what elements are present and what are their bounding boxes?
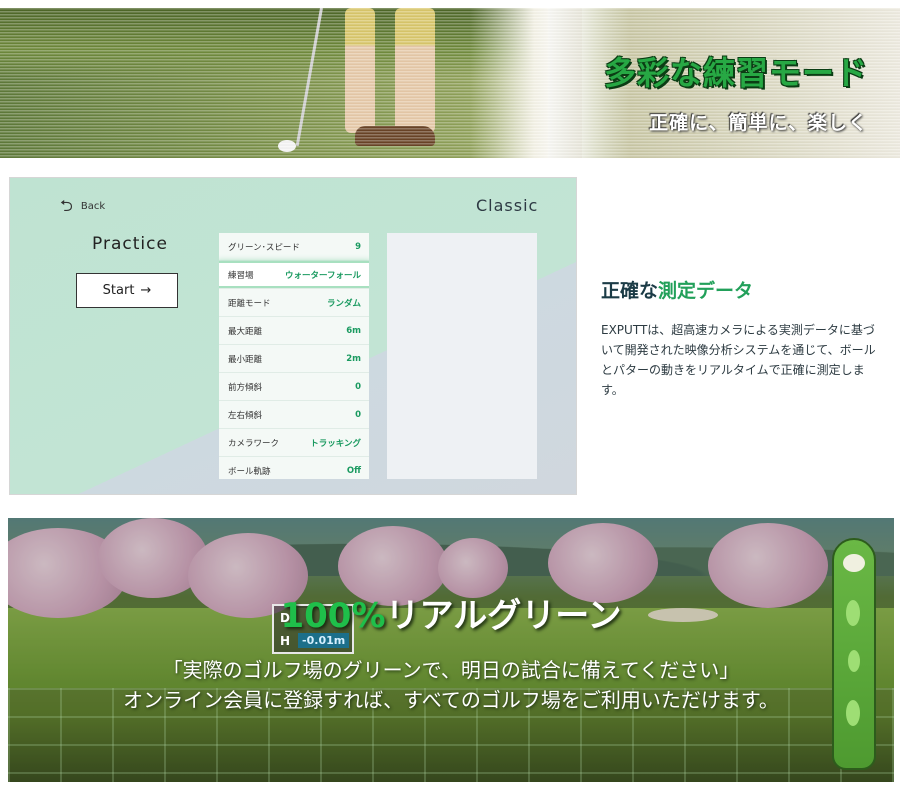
setting-label: 最大距離 — [228, 326, 263, 337]
setting-value: ウォーターフォール — [285, 270, 361, 281]
setting-row-min-distance[interactable]: 最小距離 2m — [219, 345, 369, 373]
start-button[interactable]: Start → — [76, 273, 178, 308]
setting-value: 6m — [346, 325, 361, 336]
setting-value: 2m — [346, 353, 361, 364]
preview-panel — [387, 233, 537, 479]
back-label: Back — [80, 200, 106, 212]
setting-label: 左右傾斜 — [228, 410, 263, 421]
setting-value: 0 — [355, 409, 361, 420]
setting-row-practice-range[interactable]: 練習場 ウォーターフォール — [219, 261, 369, 289]
setting-row-forward-slope[interactable]: 前方傾斜 0 — [219, 373, 369, 401]
setting-label: カメラワーク — [228, 438, 280, 449]
back-arrow-icon: ⮌ — [60, 196, 73, 215]
setting-row-green-speed[interactable]: グリーン･スピード 9 — [219, 233, 369, 261]
setting-row-side-slope[interactable]: 左右傾斜 0 — [219, 401, 369, 429]
arrow-right-icon: → — [140, 283, 152, 298]
setting-value: 9 — [355, 241, 361, 252]
hero-banner: 多彩な練習モード 正確に、簡単に、楽しく — [0, 8, 900, 158]
shade-overlay — [8, 518, 894, 782]
back-button[interactable]: ⮌ Back — [60, 198, 105, 214]
classic-label: Classic — [476, 196, 539, 215]
measure-title-plain: 正確な — [601, 280, 659, 302]
hole-map-green — [843, 554, 865, 572]
setting-row-camera-work[interactable]: カメラワーク トラッキング — [219, 429, 369, 457]
setting-label: 前方傾斜 — [228, 382, 263, 393]
setting-value: ランダム — [326, 298, 361, 309]
measure-title: 正確な測定データ — [601, 276, 753, 303]
banner-title-accent: 100% — [280, 596, 386, 636]
banner-title-rest: リアルグリーン — [385, 596, 622, 636]
setting-label: 最小距離 — [228, 354, 263, 365]
hero-title: 多彩な練習モード — [603, 54, 868, 92]
setting-value: Off — [346, 465, 361, 476]
setting-label: ボール軌跡 — [228, 466, 271, 477]
real-green-banner: D H -0.01m 100%リアルグリーン 「実際のゴルフ場のグリーンで、明日… — [8, 518, 894, 782]
mode-title: Practice — [92, 234, 168, 254]
setting-row-ball-trail[interactable]: ボール軌跡 Off — [219, 457, 369, 479]
setting-label: 練習場 — [228, 270, 254, 281]
practice-mode-screen: ⮌ Back Practice Classic Start → グリーン･スピー… — [9, 177, 577, 495]
measure-title-accent: 測定データ — [658, 280, 754, 302]
start-label: Start — [102, 283, 135, 298]
banner-title: 100%リアルグリーン — [8, 588, 894, 637]
setting-label: 距離モード — [228, 298, 271, 309]
setting-row-max-distance[interactable]: 最大距離 6m — [219, 317, 369, 345]
hero-subtitle: 正確に、簡単に、楽しく — [649, 112, 868, 134]
measure-description: EXPUTTは、超高速カメラによる実測データに基づいて開発された映像分析システム… — [601, 323, 876, 397]
settings-list: グリーン･スピード 9 練習場 ウォーターフォール 距離モード ランダム 最大距… — [219, 233, 369, 479]
setting-label: グリーン･スピード — [228, 242, 300, 253]
banner-tagline: 「実際のゴルフ場のグリーンで、明日の試合に備えてください」 — [162, 658, 740, 682]
setting-value: 0 — [355, 381, 361, 392]
setting-row-distance-mode[interactable]: 距離モード ランダム — [219, 289, 369, 317]
banner-description: オンライン会員に登録すれば、すべてのゴルフ場をご利用いただけます。 — [123, 688, 779, 712]
setting-value: トラッキング — [310, 438, 361, 449]
